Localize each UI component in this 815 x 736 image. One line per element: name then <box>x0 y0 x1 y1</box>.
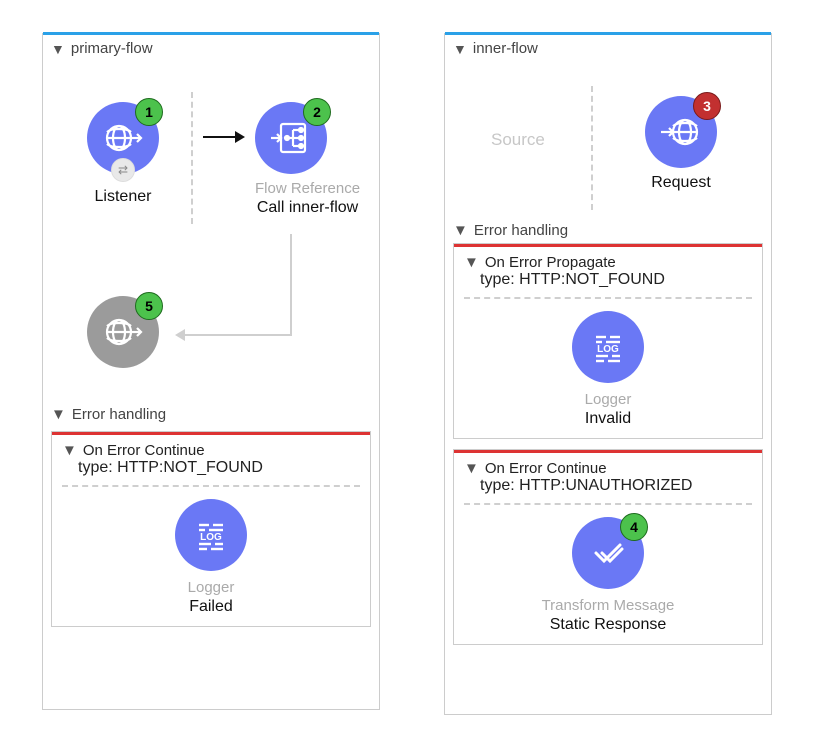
return-line-v <box>290 234 292 336</box>
logger-icon: LOG <box>572 311 644 383</box>
primary-logger-grey: Logger <box>188 579 235 596</box>
source-divider <box>191 92 193 224</box>
flowref-grey-label: Flow Reference <box>255 180 360 197</box>
on-error-propagate-title: On Error Propagate <box>485 254 616 271</box>
inner-on-error-continue-title: On Error Continue <box>485 460 607 477</box>
request-node[interactable]: 3 Request <box>645 96 717 192</box>
inner-flow-title-row: ▼ inner-flow <box>445 34 771 59</box>
logger-icon: LOG <box>175 499 247 571</box>
badge-3: 3 <box>693 92 721 120</box>
inner-logger-node[interactable]: LOG Logger Invalid <box>454 311 762 428</box>
inner-transform-node[interactable]: 4 Transform Message Static Response <box>454 517 762 634</box>
primary-flow-accent <box>43 32 379 35</box>
svg-text:LOG: LOG <box>200 532 222 543</box>
flowref-label: Call inner-flow <box>255 199 360 217</box>
transform-icon: 4 <box>572 517 644 589</box>
caret-icon: ▼ <box>62 442 77 459</box>
inner-error-section-label: Error handling <box>474 222 568 239</box>
svg-text:LOG: LOG <box>597 344 619 355</box>
globe-arrow-icon-grey: 5 <box>87 296 159 368</box>
badge-5: 5 <box>135 292 163 320</box>
caret-icon: ▼ <box>51 41 65 57</box>
swap-icon: ⇄ <box>111 158 135 182</box>
error-accent <box>52 432 370 435</box>
inner-source-placeholder: Source <box>491 130 545 150</box>
flow-reference-node[interactable]: 2 Flow Reference Call inner-flow <box>255 102 360 217</box>
badge-1: 1 <box>135 98 163 126</box>
inner-on-error-continue[interactable]: ▼ On Error Continue type: HTTP:UNAUTHORI… <box>453 449 763 645</box>
caret-icon: ▼ <box>453 41 467 57</box>
primary-error-section-label: Error handling <box>72 406 166 423</box>
transform-label: Static Response <box>550 616 667 634</box>
inner-source-divider <box>591 86 593 210</box>
caret-icon: ▼ <box>464 460 479 477</box>
listener-label: Listener <box>87 188 159 206</box>
error-accent <box>454 244 762 247</box>
primary-logger-label: Failed <box>189 598 233 616</box>
badge-2: 2 <box>303 98 331 126</box>
caret-icon: ▼ <box>453 222 468 239</box>
badge-4: 4 <box>620 513 648 541</box>
caret-icon: ▼ <box>464 254 479 271</box>
inner-on-error-continue-type: type: HTTP:UNAUTHORIZED <box>464 477 752 505</box>
arrow-listener-to-flowref <box>203 136 243 138</box>
error-accent <box>454 450 762 453</box>
globe-in-arrow-icon: 3 <box>645 96 717 168</box>
response-node[interactable]: 5 <box>87 296 159 368</box>
on-error-propagate-type: type: HTTP:NOT_FOUND <box>464 271 752 299</box>
primary-error-section-title: ▼ Error handling <box>43 402 379 427</box>
return-line-h <box>177 334 292 336</box>
flow-ref-icon: 2 <box>255 102 327 174</box>
inner-error-section-title: ▼ Error handling <box>445 218 771 243</box>
inner-on-error-propagate[interactable]: ▼ On Error Propagate type: HTTP:NOT_FOUN… <box>453 243 763 439</box>
inner-logger-grey: Logger <box>585 391 632 408</box>
on-error-continue-type: type: HTTP:NOT_FOUND <box>62 459 360 487</box>
caret-icon: ▼ <box>51 406 66 423</box>
primary-flow-title-row: ▼ primary-flow <box>43 34 379 59</box>
request-label: Request <box>645 174 717 192</box>
transform-grey-label: Transform Message <box>542 597 675 614</box>
canvas: ▼ primary-flow ⇄ 1 <box>0 0 815 736</box>
primary-flow-title: primary-flow <box>71 40 153 57</box>
primary-flow-box: ▼ primary-flow ⇄ 1 <box>42 33 380 710</box>
listener-node[interactable]: ⇄ 1 Listener <box>87 102 159 206</box>
globe-arrow-icon: ⇄ 1 <box>87 102 159 174</box>
on-error-continue-title: On Error Continue <box>83 442 205 459</box>
primary-on-error-continue[interactable]: ▼ On Error Continue type: HTTP:NOT_FOUND <box>51 431 371 627</box>
inner-flow-accent <box>445 32 771 35</box>
inner-flow-title: inner-flow <box>473 40 538 57</box>
primary-logger-node[interactable]: LOG Logger Failed <box>52 499 370 616</box>
inner-flow-box: ▼ inner-flow Source <box>444 33 772 715</box>
inner-logger-label: Invalid <box>585 410 631 428</box>
